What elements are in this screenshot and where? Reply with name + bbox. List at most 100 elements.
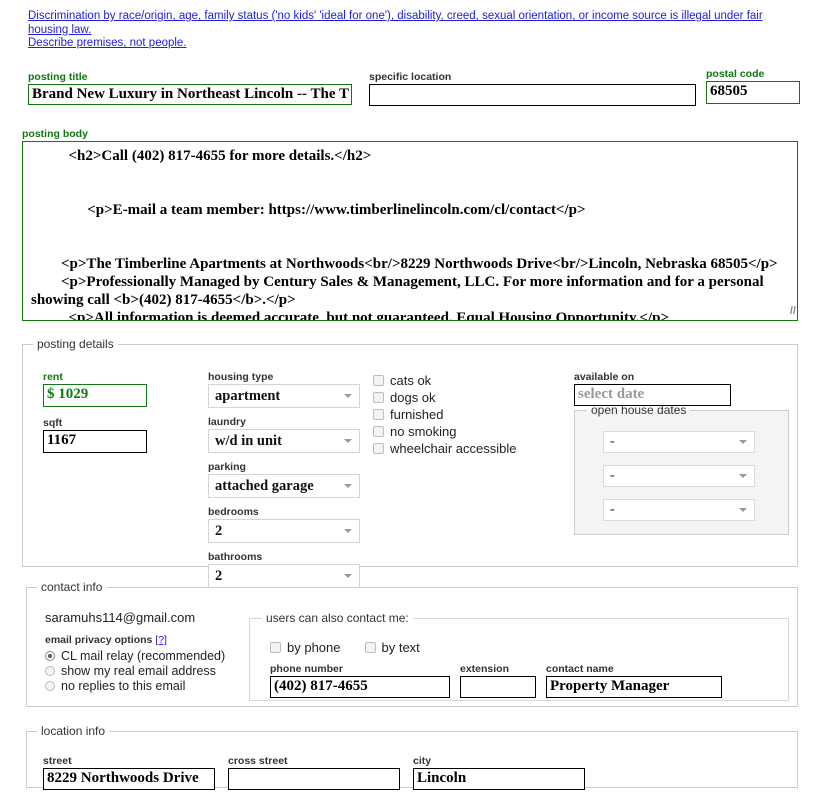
posting-title-label: posting title <box>28 71 88 83</box>
available-on-block: available on select date <box>574 371 789 406</box>
street-input[interactable]: 8229 Northwoods Drive <box>43 768 215 790</box>
open-house-date-2-select[interactable]: - <box>603 465 755 487</box>
contact-name-label: contact name <box>546 663 614 675</box>
chevron-down-icon <box>344 484 352 488</box>
chevron-down-icon <box>739 508 747 512</box>
specific-location-label: specific location <box>369 71 452 83</box>
extension-block: extension <box>460 663 536 698</box>
posting-body-block: posting body <h2>Call (402) 817-4655 for… <box>22 128 798 321</box>
disclaimer-line-2[interactable]: Describe premises, not people. <box>28 37 187 49</box>
label-show-real-email: show my real email address <box>61 663 216 678</box>
bathrooms-label: bathrooms <box>208 551 263 563</box>
checkbox-row-by-text[interactable]: by text <box>364 639 420 656</box>
open-house-date-2-wrap: - <box>603 465 755 487</box>
checkbox-row-furnished[interactable]: furnished <box>373 406 573 423</box>
specific-location-block: specific location <box>369 71 696 106</box>
parking-select[interactable]: attached garage <box>208 474 360 498</box>
location-info-legend: location info <box>41 724 106 738</box>
open-house-date-1-select[interactable]: - <box>603 431 755 453</box>
textarea-resize-handle[interactable]: // <box>790 302 796 320</box>
chevron-down-icon <box>344 574 352 578</box>
label-furnished: furnished <box>390 407 444 422</box>
open-house-dates-fieldset: open house dates - - - <box>574 403 789 535</box>
checkbox-row-cats-ok[interactable]: cats ok <box>373 372 573 389</box>
also-contact-fields: phone number (402) 817-4655 extension co… <box>270 663 722 698</box>
checkbox-wheelchair-accessible[interactable] <box>373 443 384 454</box>
bedrooms-label: bedrooms <box>208 506 259 518</box>
checkbox-row-dogs-ok[interactable]: dogs ok <box>373 389 573 406</box>
rent-input[interactable]: $ 1029 <box>43 384 147 407</box>
street-label: street <box>43 755 72 767</box>
also-contact-fieldset: users can also contact me: by phone by t… <box>249 611 789 701</box>
contact-email-address: saramuhs114@gmail.com <box>45 610 196 625</box>
bedrooms-select[interactable]: 2 <box>208 519 360 543</box>
radio-row-no-replies[interactable]: no replies to this email <box>45 678 225 693</box>
sqft-input[interactable]: 1167 <box>43 430 147 453</box>
label-no-replies: no replies to this email <box>61 678 186 693</box>
postal-code-label: postal code <box>706 68 765 80</box>
label-no-smoking: no smoking <box>390 424 457 439</box>
specific-location-input[interactable] <box>369 84 696 106</box>
open-house-date-2-value: - <box>610 468 615 483</box>
label-by-phone: by phone <box>287 640 341 655</box>
postal-code-input[interactable]: 68505 <box>706 81 800 104</box>
checkbox-cats-ok[interactable] <box>373 375 384 386</box>
contact-info-fieldset: contact info saramuhs114@gmail.com email… <box>26 580 798 707</box>
label-by-text: by text <box>381 640 420 655</box>
open-house-date-3-select[interactable]: - <box>603 499 755 521</box>
checkbox-row-wheelchair-accessible[interactable]: wheelchair accessible <box>373 440 573 457</box>
amenities-checkbox-column: cats ok dogs ok furnished no smoking whe… <box>373 372 573 457</box>
cross-street-input[interactable] <box>228 768 400 790</box>
parking-label: parking <box>208 461 246 473</box>
open-house-date-3-wrap: - <box>603 499 755 521</box>
open-house-dates-legend: open house dates <box>591 403 687 417</box>
radio-cl-mail-relay[interactable] <box>45 650 55 661</box>
label-cl-mail-relay: CL mail relay (recommended) <box>61 648 226 663</box>
location-fields: street 8229 Northwoods Drive cross stree… <box>43 755 585 790</box>
checkbox-row-no-smoking[interactable]: no smoking <box>373 423 573 440</box>
checkbox-no-smoking[interactable] <box>373 426 384 437</box>
chevron-down-icon <box>344 394 352 398</box>
email-privacy-heading: email privacy options [?] <box>45 634 225 646</box>
open-house-date-3-value: - <box>610 502 615 517</box>
phone-number-input[interactable]: (402) 817-4655 <box>270 676 450 698</box>
help-icon[interactable]: [?] <box>155 634 167 646</box>
cross-street-label: cross street <box>228 755 288 767</box>
details-selects-column: housing type apartment laundry w/d in un… <box>208 371 368 588</box>
disclaimer-line-1[interactable]: Discrimination by race/origin, age, fami… <box>28 10 763 36</box>
laundry-select[interactable]: w/d in unit <box>208 429 360 453</box>
city-input[interactable]: Lincoln <box>413 768 585 790</box>
location-info-fieldset: location info street 8229 Northwoods Dri… <box>26 724 798 790</box>
posting-details-fieldset: posting details rent $ 1029 sqft 1167 ho… <box>22 337 798 588</box>
fair-housing-disclaimer[interactable]: Discrimination by race/origin, age, fami… <box>28 10 798 51</box>
radio-no-replies[interactable] <box>45 680 55 691</box>
checkbox-by-phone[interactable] <box>270 642 281 653</box>
city-label: city <box>413 755 432 767</box>
available-on-label: available on <box>574 371 635 383</box>
laundry-label: laundry <box>208 416 246 428</box>
checkbox-furnished[interactable] <box>373 409 384 420</box>
open-house-date-1-value: - <box>610 434 615 449</box>
checkbox-row-by-phone[interactable]: by phone <box>270 639 341 656</box>
posting-details-legend: posting details <box>37 337 114 351</box>
checkbox-by-text[interactable] <box>364 642 376 653</box>
label-cats-ok: cats ok <box>390 373 432 388</box>
housing-type-select[interactable]: apartment <box>208 384 360 408</box>
radio-show-real-email[interactable] <box>45 665 55 676</box>
posting-body-label: posting body <box>22 128 88 140</box>
radio-row-cl-mail-relay[interactable]: CL mail relay (recommended) <box>45 648 225 663</box>
postal-code-block: postal code 68505 <box>706 68 800 104</box>
posting-title-input[interactable]: Brand New Luxury in Northeast Lincoln --… <box>28 84 352 105</box>
chevron-down-icon <box>344 439 352 443</box>
cross-street-block: cross street <box>228 755 400 790</box>
posting-body-textarea[interactable]: <h2>Call (402) 817-4655 for more details… <box>22 141 798 321</box>
extension-label: extension <box>460 663 510 675</box>
contact-name-input[interactable]: Property Manager <box>546 676 722 698</box>
housing-type-value: apartment <box>215 388 281 404</box>
extension-input[interactable] <box>460 676 536 698</box>
label-dogs-ok: dogs ok <box>390 390 436 405</box>
open-house-date-1-wrap: - <box>603 431 755 453</box>
radio-row-show-real-email[interactable]: show my real email address <box>45 663 225 678</box>
checkbox-dogs-ok[interactable] <box>373 392 384 403</box>
phone-number-block: phone number (402) 817-4655 <box>270 663 450 698</box>
